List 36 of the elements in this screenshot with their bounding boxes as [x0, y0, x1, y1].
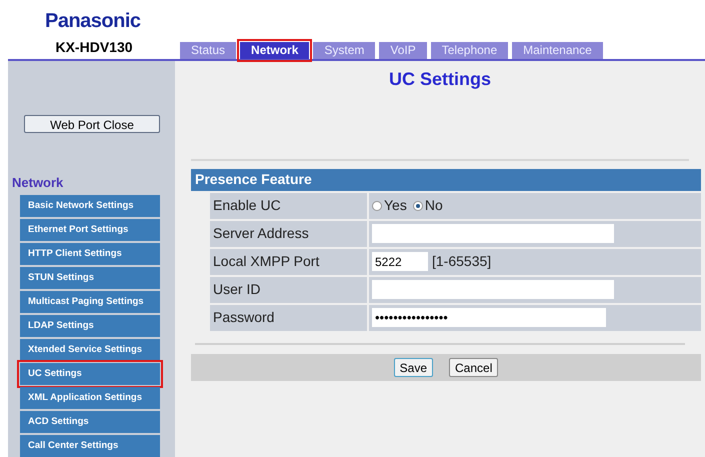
action-button[interactable]: Save — [394, 358, 433, 376]
sidebar-item[interactable]: ACD Settings — [20, 411, 160, 433]
sidebar-item[interactable]: Ethernet Port Settings — [20, 219, 160, 241]
sidebar-item[interactable]: XML Application Settings — [20, 387, 160, 409]
field-label: Enable UC — [213, 196, 281, 215]
input-field[interactable] — [372, 280, 614, 299]
sidebar-item[interactable]: Xtended Service Settings — [20, 339, 160, 361]
field-label: Password — [213, 308, 274, 327]
sidebar-item[interactable]: Basic Network Settings — [20, 195, 160, 217]
tab[interactable]: System — [313, 42, 376, 58]
section-title: Presence Feature — [195, 170, 312, 189]
brand-logo: Panasonic — [45, 10, 141, 32]
sidebar-item[interactable]: UC Settings — [20, 363, 160, 385]
field-label: Local XMPP Port — [213, 252, 320, 271]
range-hint: [1-65535] — [432, 252, 492, 271]
field-label: Server Address — [213, 224, 309, 243]
password-field[interactable]: •••••••••••••••• — [372, 308, 606, 327]
input-field[interactable]: 5222 — [372, 252, 428, 271]
tab[interactable]: VoIP — [379, 42, 427, 58]
field-label: User ID — [213, 280, 260, 299]
radio-option[interactable]: Yes — [372, 195, 407, 216]
action-button[interactable]: Cancel — [449, 358, 498, 376]
tab[interactable]: Status — [180, 42, 236, 58]
sidebar-item[interactable]: Multicast Paging Settings — [20, 291, 160, 313]
model-name: KX-HDV130 — [55, 38, 133, 56]
web-port-close-button[interactable]: Web Port Close — [24, 114, 160, 132]
input-field[interactable] — [372, 224, 614, 243]
tab[interactable]: Maintenance — [512, 42, 603, 58]
page-title: UC Settings — [388, 68, 491, 91]
radio-option[interactable]: No — [412, 195, 443, 216]
sidebar-item[interactable]: Call Center Settings — [20, 435, 160, 457]
sidebar-item[interactable]: LDAP Settings — [20, 315, 160, 337]
tab[interactable]: Telephone — [430, 42, 508, 58]
sidebar-item[interactable]: STUN Settings — [20, 267, 160, 289]
sidebar-heading: Network — [11, 174, 64, 192]
sidebar-item[interactable]: HTTP Client Settings — [20, 243, 160, 265]
